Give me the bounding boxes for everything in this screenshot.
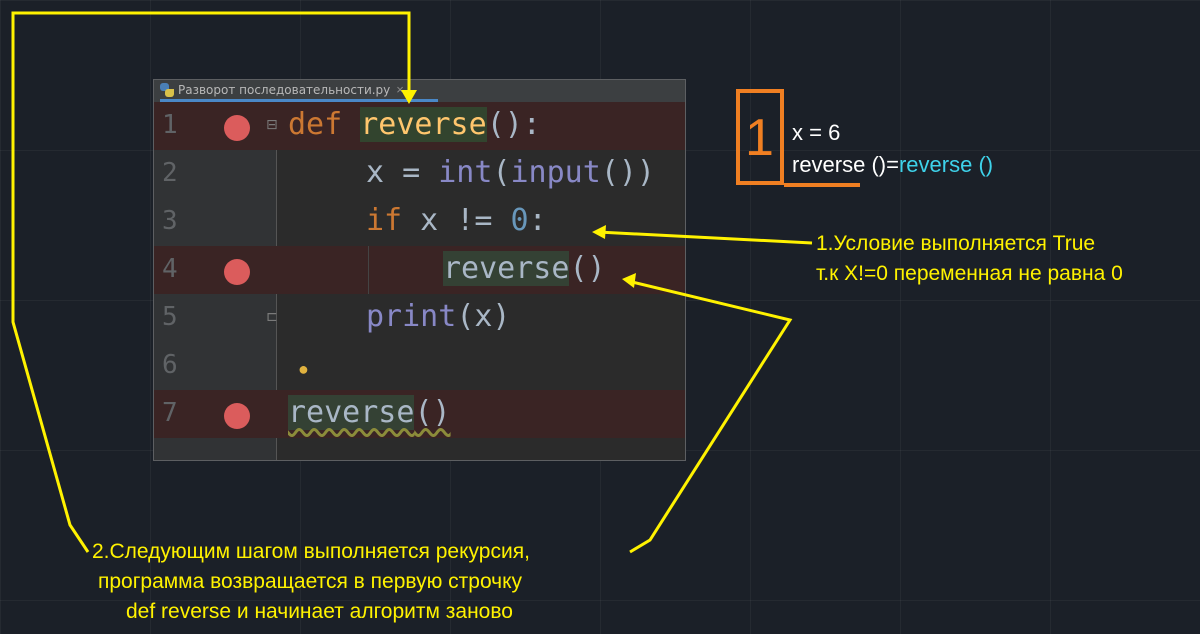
note-1-line-2: т.к X!=0 переменная не равна 0 (816, 262, 1123, 285)
annotation-arrows (11, 11, 860, 554)
arrow-head (622, 273, 636, 288)
note-2-line-2: программа возвращается в первую строчку (98, 570, 523, 593)
arrow-head (592, 225, 606, 239)
note-1-line-1: 1.Условие выполняется True (816, 232, 1096, 255)
arrow-head (401, 90, 417, 104)
vars-x: x = 6 (792, 120, 841, 145)
counter-number: 1 (745, 109, 774, 167)
note-2-line-3: def reverse и начинает алгоритм заново (126, 600, 513, 623)
loop-arrow (11, 11, 411, 553)
note1-arrow (597, 230, 813, 245)
note-2-line-1: 2.Следующим шагом выполняется рекурсия, (92, 540, 530, 563)
note2-arrow (627, 279, 793, 554)
vars-reverse: reverse ()=reverse () (792, 152, 994, 177)
